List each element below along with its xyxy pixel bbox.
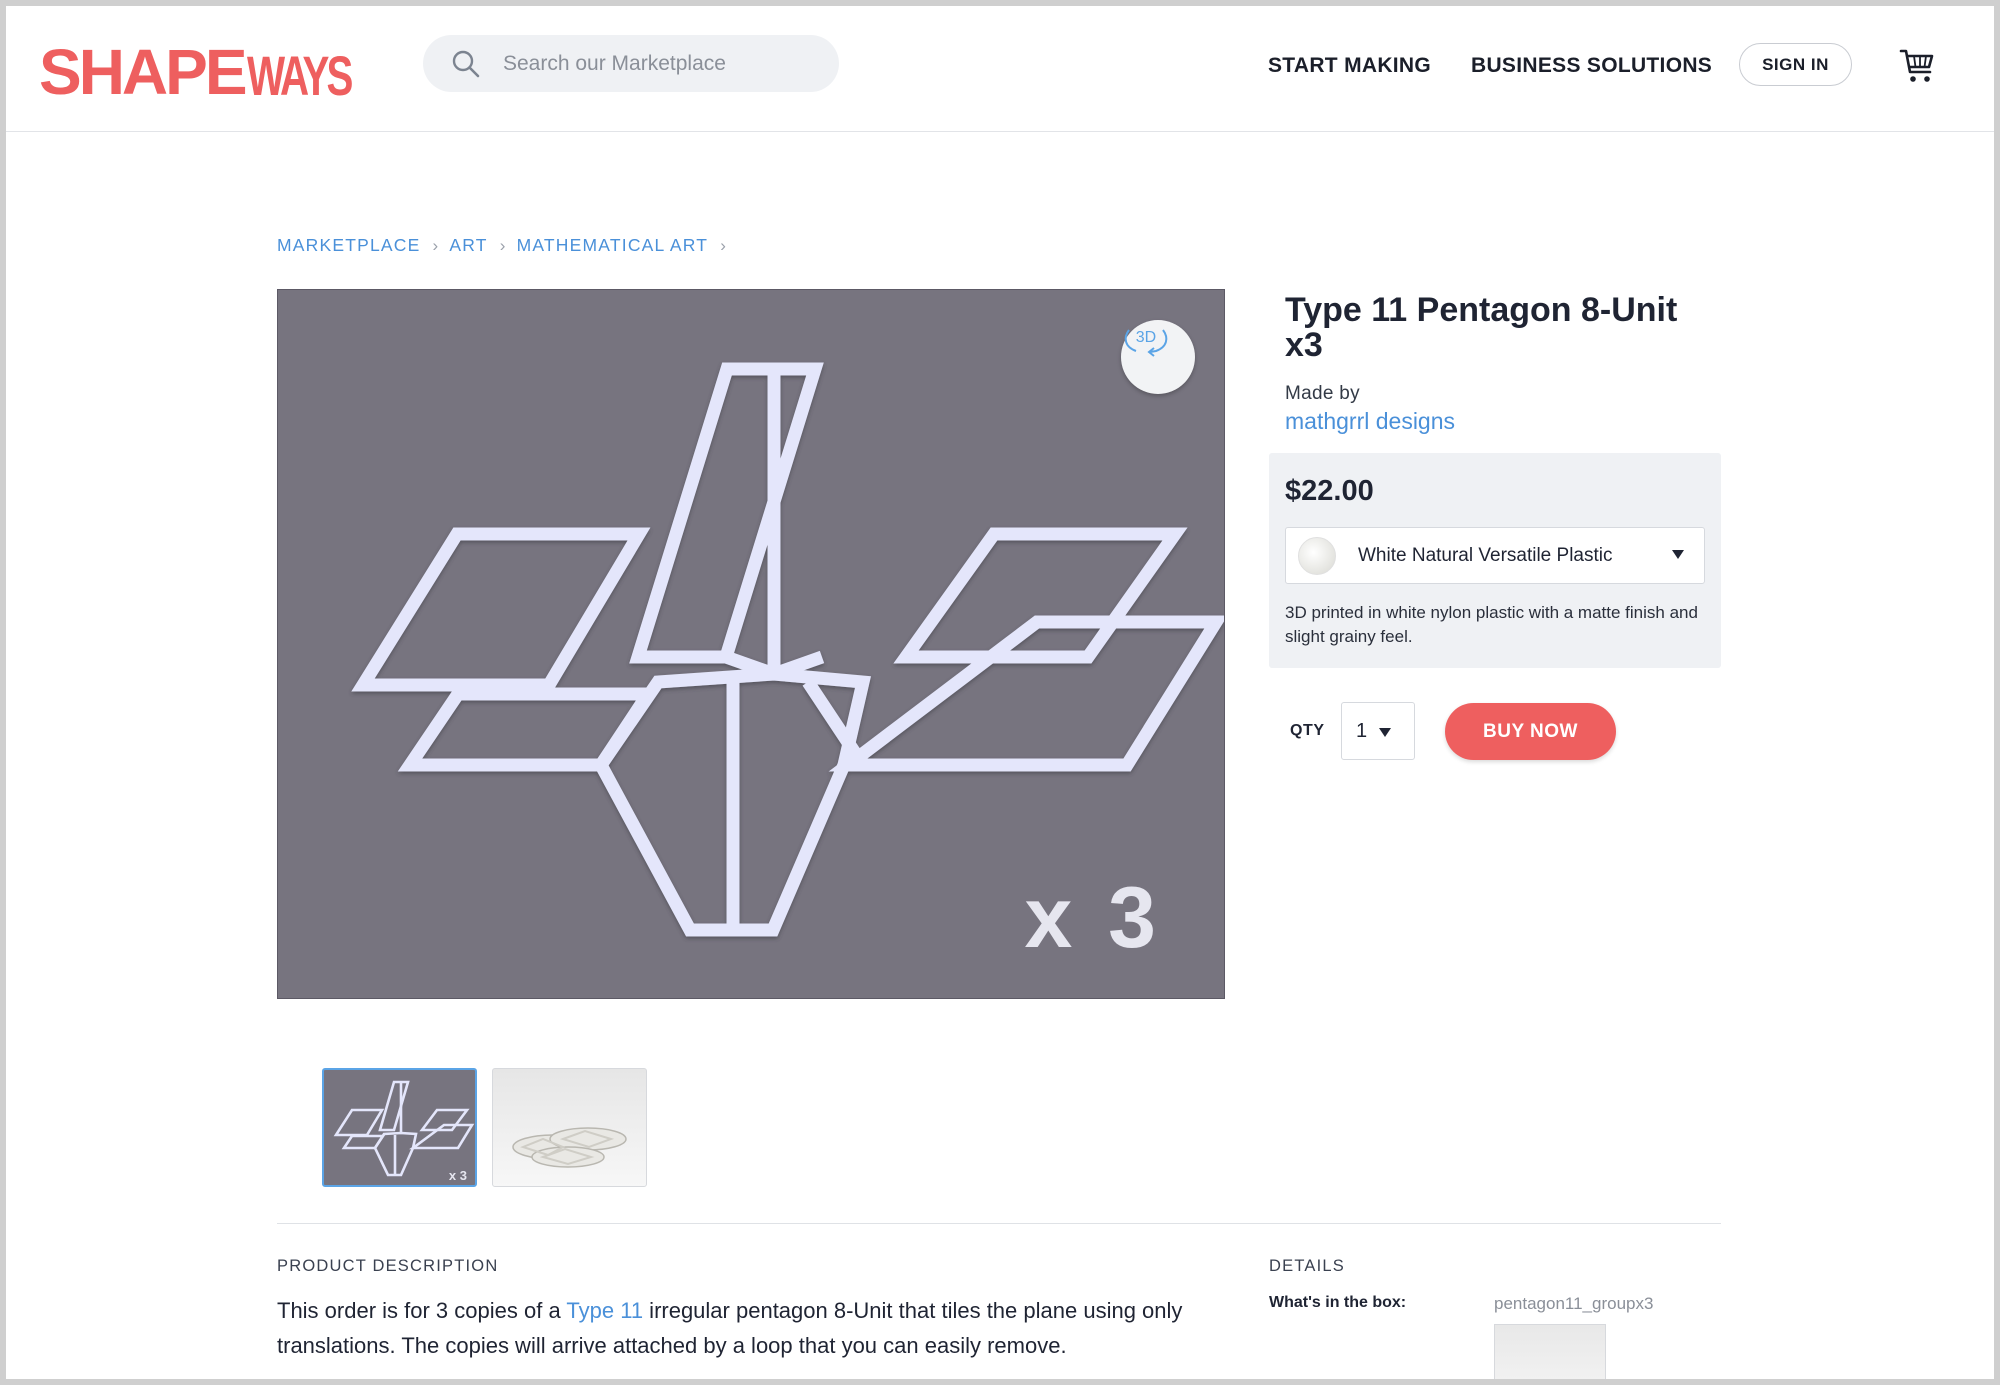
- search-icon: [452, 50, 480, 78]
- designer-link[interactable]: mathgrrl designs: [1285, 408, 1455, 435]
- description-text-start: This order is for 3 copies of a: [277, 1298, 567, 1323]
- made-by-label: Made by: [1285, 383, 1360, 404]
- buy-now-button[interactable]: BUY NOW: [1445, 703, 1616, 760]
- site-header: SHAPE WAYS START MAKING BUSINESS SOLUTIO…: [6, 6, 1994, 132]
- product-description-text: This order is for 3 copies of a Type 11 …: [277, 1293, 1207, 1363]
- breadcrumb-art[interactable]: ART: [449, 235, 487, 256]
- thumbnail-render: x 3: [333, 1080, 475, 1183]
- logo-text-shape: SHAPE: [39, 36, 247, 108]
- box-item-thumbnail[interactable]: [1494, 1324, 1606, 1379]
- thumbnail-photo-render: [512, 1127, 627, 1168]
- badge-3d-label: 3D: [1136, 329, 1156, 346]
- type-11-link[interactable]: Type 11: [566, 1298, 643, 1323]
- thumbnail-1[interactable]: x 3: [322, 1068, 477, 1187]
- nav-start-making[interactable]: START MAKING: [1268, 54, 1431, 78]
- breadcrumb-marketplace[interactable]: MARKETPLACE: [277, 235, 421, 256]
- sign-in-button[interactable]: SIGN IN: [1739, 43, 1852, 86]
- quantity-overlay-text: x 3: [1024, 870, 1162, 966]
- box-item-name[interactable]: pentagon11_groupx3: [1494, 1294, 1653, 1314]
- product-price: $22.00: [1285, 475, 1374, 507]
- box-item-render: [1495, 1325, 1607, 1379]
- product-main-image[interactable]: 3D x 3: [277, 289, 1225, 999]
- thumbnail-overlay-text: x 3: [449, 1168, 467, 1183]
- view-3d-button[interactable]: 3D: [1121, 320, 1195, 394]
- shapeways-logo[interactable]: SHAPE WAYS: [39, 34, 390, 104]
- chevron-right-icon: ›: [720, 235, 728, 255]
- thumbnail-2[interactable]: [492, 1068, 647, 1187]
- material-swatch: [1298, 537, 1336, 575]
- material-selected-value: White Natural Versatile Plastic: [1358, 545, 1613, 566]
- breadcrumb: MARKETPLACE › ART › MATHEMATICAL ART ›: [277, 235, 737, 256]
- material-description: 3D printed in white nylon plastic with a…: [1285, 603, 1698, 646]
- cart-icon[interactable]: [1899, 45, 1935, 85]
- nav-business-solutions[interactable]: BUSINESS SOLUTIONS: [1471, 54, 1712, 78]
- material-select[interactable]: White Natural Versatile Plastic: [1285, 527, 1705, 584]
- logo-text-ways: WAYS: [246, 44, 353, 107]
- whats-in-the-box-label: What's in the box:: [1269, 1294, 1407, 1311]
- page: SHAPE WAYS START MAKING BUSINESS SOLUTIO…: [6, 6, 1994, 1379]
- purchase-panel: $22.00 White Natural Versatile Plastic 3…: [1269, 453, 1721, 668]
- details-heading: DETAILS: [1269, 1257, 1345, 1275]
- section-divider: [277, 1223, 1721, 1224]
- caret-down-icon: [1672, 550, 1684, 559]
- qty-value: 1: [1356, 720, 1368, 742]
- breadcrumb-mathematical-art[interactable]: MATHEMATICAL ART: [517, 235, 709, 256]
- caret-down-icon: [1379, 728, 1391, 737]
- chevron-right-icon: ›: [499, 235, 507, 255]
- product-title: Type 11 Pentagon 8-Unit x3: [1285, 291, 1678, 364]
- chevron-right-icon: ›: [432, 235, 440, 255]
- search-bar[interactable]: [423, 35, 839, 92]
- product-description-heading: PRODUCT DESCRIPTION: [277, 1257, 499, 1275]
- rotate-3d-icon: 3D: [1124, 329, 1168, 357]
- qty-label: QTY: [1290, 722, 1325, 739]
- qty-select[interactable]: 1: [1341, 702, 1415, 760]
- search-input[interactable]: [503, 35, 823, 92]
